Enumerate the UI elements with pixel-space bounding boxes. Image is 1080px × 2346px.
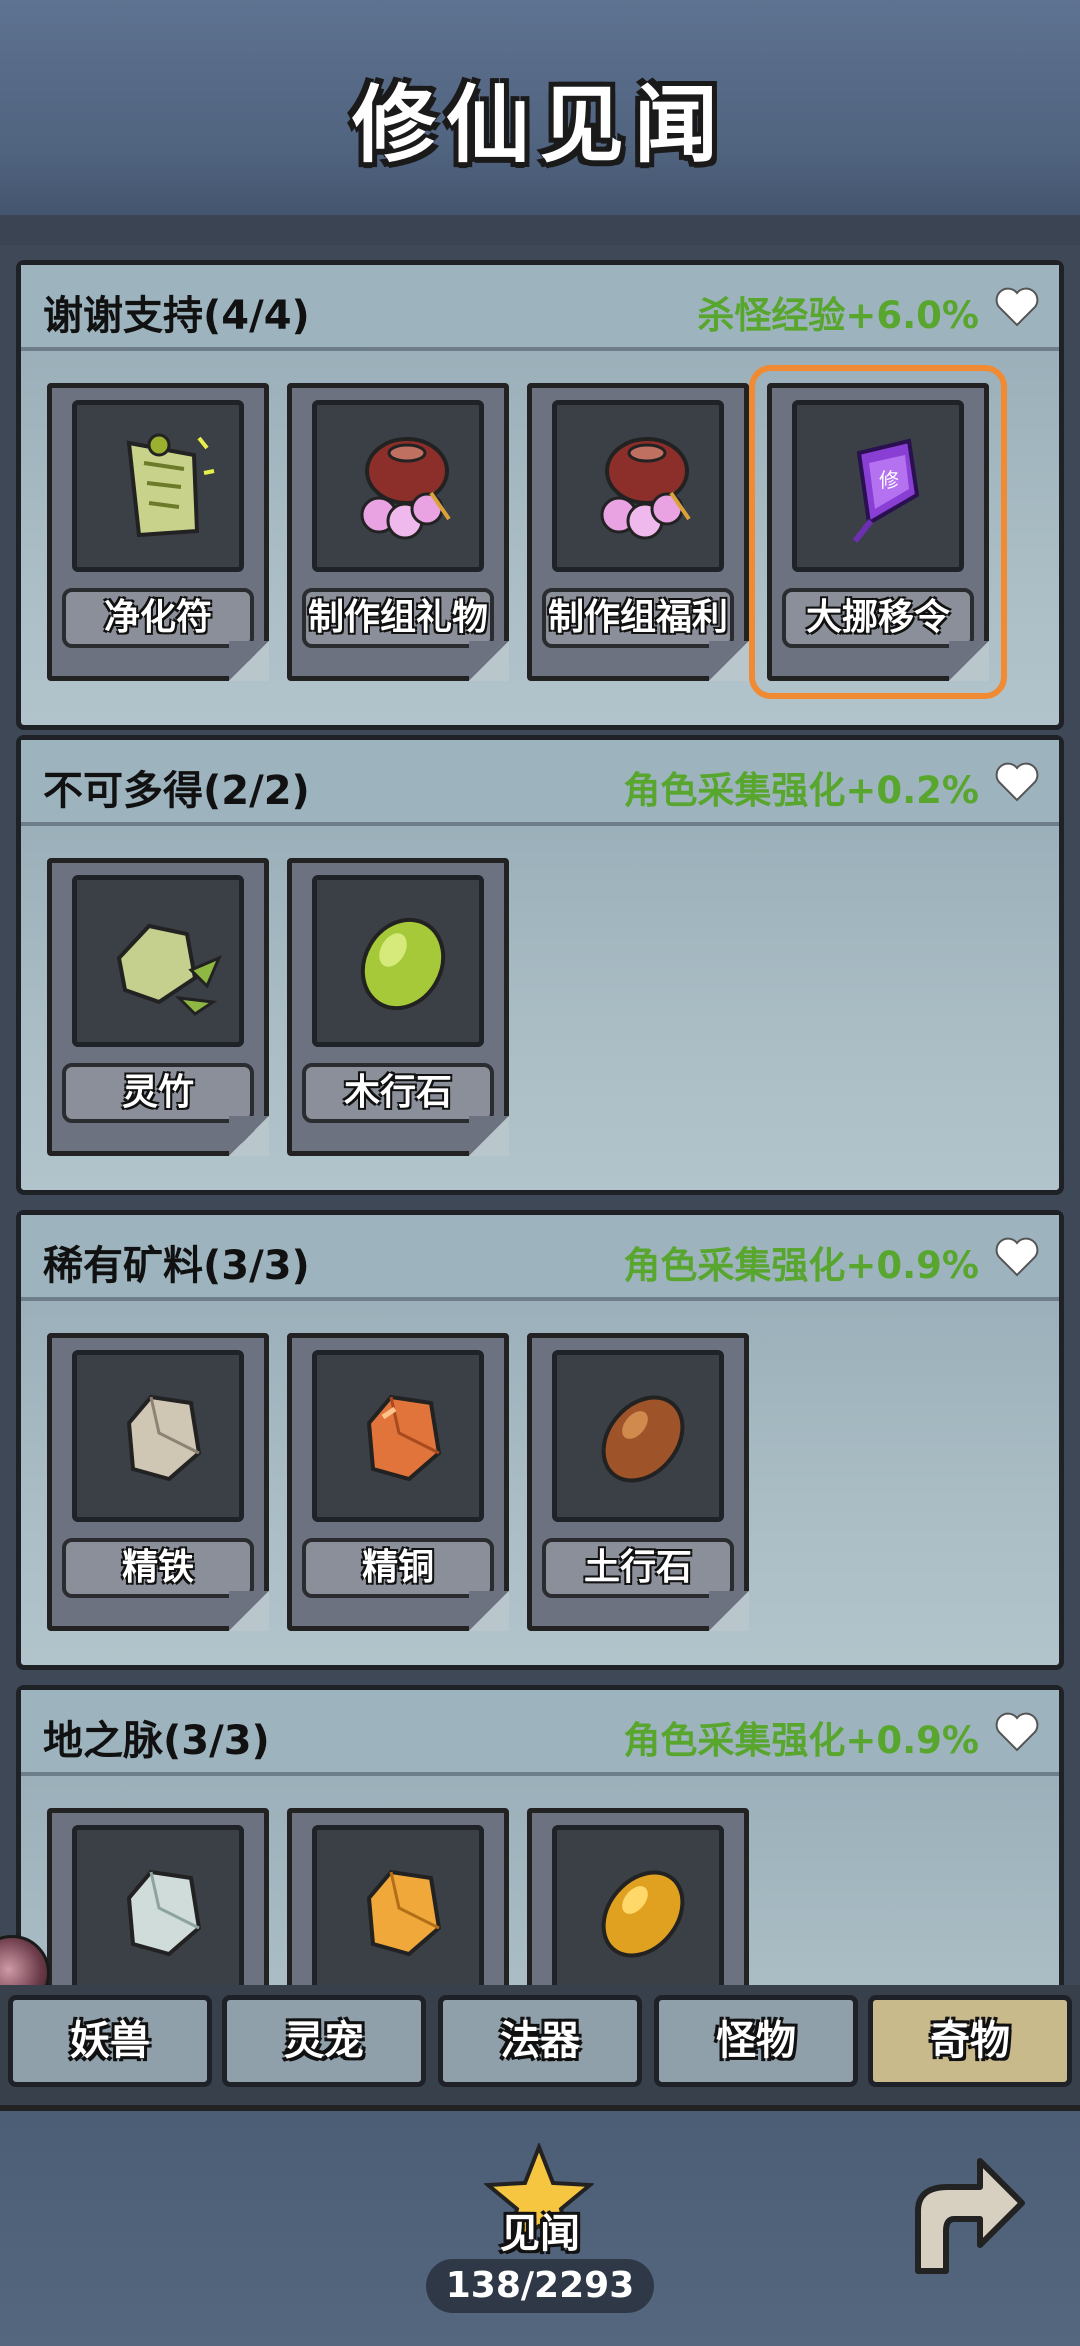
section-ore: 稀有矿料(3/3) 角色采集强化+0.9% 精铁 精铜 土行石 <box>16 1210 1064 1670</box>
item-frame <box>72 1825 244 1985</box>
item-card[interactable]: 净化符 <box>47 383 269 681</box>
item-label: 土行石 <box>542 1538 734 1598</box>
heart-icon[interactable] <box>995 1237 1039 1277</box>
item-card[interactable]: 精铁 <box>47 1333 269 1631</box>
item-card[interactable]: 木行石 <box>287 858 509 1156</box>
item-label: 大挪移令 <box>782 588 974 648</box>
gift-bag-icon <box>600 437 691 540</box>
gift-bag-icon <box>360 437 451 540</box>
section-title: 不可多得(2/2) <box>43 768 310 814</box>
purple-token-icon: 修 <box>852 438 920 543</box>
item-frame <box>312 875 484 1047</box>
section-earth-vein: 地之脉(3/3) 角色采集强化+0.9% <box>16 1685 1064 1985</box>
item-label: 净化符 <box>62 588 254 648</box>
collection-progress: 138/2293 <box>426 2259 654 2313</box>
section-header: 地之脉(3/3) 角色采集强化+0.9% <box>21 1690 1059 1776</box>
item-label: 木行石 <box>302 1063 494 1123</box>
section-bonus: 杀怪经验+6.0% <box>697 294 979 337</box>
tab-monsters-beast[interactable]: 妖兽 <box>8 1995 212 2087</box>
item-frame: 修 <box>792 400 964 572</box>
back-arrow-icon[interactable] <box>898 2151 1028 2281</box>
item-card[interactable] <box>287 1808 509 1985</box>
item-label: 制作组福利 <box>542 588 734 648</box>
section-title: 稀有矿料(3/3) <box>43 1243 310 1289</box>
item-card[interactable]: 灵竹 <box>47 858 269 1156</box>
iron-ore-icon <box>126 1394 202 1482</box>
page-title: 修仙见闻 <box>351 76 728 174</box>
gold-stone-icon <box>601 1870 685 1958</box>
header-divider <box>0 215 1080 245</box>
heart-icon[interactable] <box>995 1712 1039 1752</box>
item-card[interactable]: 土行石 <box>527 1333 749 1631</box>
pale-ore-icon <box>126 1869 202 1957</box>
section-bonus: 角色采集强化+0.9% <box>623 1244 979 1287</box>
section-title: 地之脉(3/3) <box>43 1718 270 1764</box>
item-frame <box>312 1350 484 1522</box>
item-label: 精铁 <box>62 1538 254 1598</box>
bamboo-stone-icon <box>116 923 222 1016</box>
item-label: 制作组礼物 <box>302 588 494 648</box>
section-header: 谢谢支持(4/4) 杀怪经验+6.0% <box>21 265 1059 351</box>
section-rare: 不可多得(2/2) 角色采集强化+0.2% 灵竹 木行石 <box>16 735 1064 1195</box>
section-title: 谢谢支持(4/4) <box>43 293 310 339</box>
item-card[interactable]: 制作组礼物 <box>287 383 509 681</box>
earth-stone-icon <box>601 1395 685 1483</box>
item-frame <box>72 1350 244 1522</box>
header-bar: 修仙见闻 <box>0 0 1080 221</box>
svg-text:修: 修 <box>879 468 899 492</box>
section-bonus: 角色采集强化+0.2% <box>623 769 979 812</box>
item-frame <box>72 400 244 572</box>
green-stone-icon <box>360 917 446 1011</box>
heart-icon[interactable] <box>995 762 1039 802</box>
gold-ore-icon <box>366 1869 442 1957</box>
item-card[interactable]: 精铜 <box>287 1333 509 1631</box>
item-frame <box>552 400 724 572</box>
item-frame <box>312 1825 484 1985</box>
tab-artifacts[interactable]: 法器 <box>438 1995 642 2087</box>
section-bonus: 角色采集强化+0.9% <box>623 1719 979 1762</box>
collection-label: 见闻 <box>500 2211 580 2257</box>
section-header: 不可多得(2/2) 角色采集强化+0.2% <box>21 740 1059 826</box>
heart-icon[interactable] <box>995 287 1039 327</box>
section-support: 谢谢支持(4/4) 杀怪经验+6.0% 净化符 制作组礼物 制作组福利 修 大挪… <box>16 260 1064 730</box>
tab-monsters[interactable]: 怪物 <box>654 1995 858 2087</box>
footer-bar: 见闻 138/2293 <box>0 2105 1080 2346</box>
collection-list[interactable]: 谢谢支持(4/4) 杀怪经验+6.0% 净化符 制作组礼物 制作组福利 修 大挪… <box>0 245 1080 1985</box>
item-card[interactable] <box>47 1808 269 1985</box>
item-frame <box>312 400 484 572</box>
item-frame <box>552 1825 724 1985</box>
item-frame <box>72 875 244 1047</box>
item-card[interactable]: 制作组福利 <box>527 383 749 681</box>
item-card-selected[interactable]: 修 大挪移令 <box>749 365 1007 699</box>
item-card[interactable] <box>527 1808 749 1985</box>
item-frame <box>552 1350 724 1522</box>
section-header: 稀有矿料(3/3) 角色采集强化+0.9% <box>21 1215 1059 1301</box>
tab-spirit-pets[interactable]: 灵宠 <box>222 1995 426 2087</box>
item-label: 灵竹 <box>62 1063 254 1123</box>
category-tabs: 妖兽 灵宠 法器 怪物 奇物 <box>0 1985 1080 2105</box>
copper-ore-icon <box>366 1394 442 1482</box>
talisman-icon <box>126 433 215 538</box>
item-label: 精铜 <box>302 1538 494 1598</box>
tab-curiosities[interactable]: 奇物 <box>868 1995 1072 2087</box>
